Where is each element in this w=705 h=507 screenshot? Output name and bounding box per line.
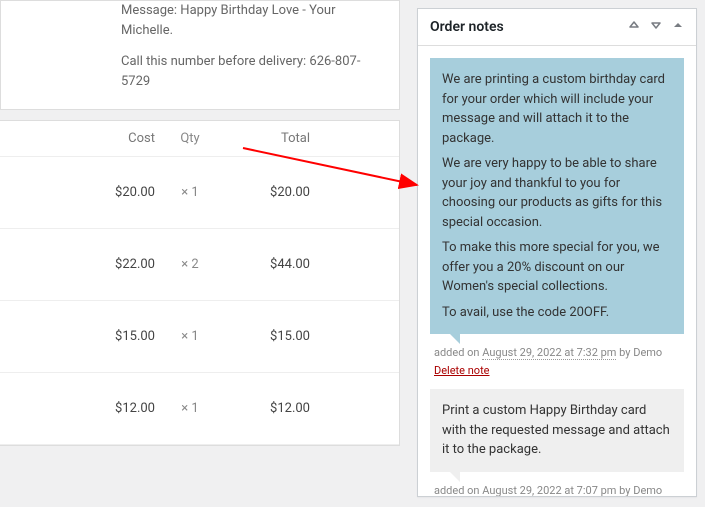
cell-qty: × 1 [155,329,225,344]
cell-cost: $22.00 [0,257,155,272]
panel-header: Order notes [418,9,696,46]
cell-qty: × 1 [155,401,225,416]
cell-total: $12.00 [225,401,310,416]
table-row: $20.00 × 1 $20.00 [0,157,399,229]
note-text: Print a custom Happy Birthday card with … [442,401,672,460]
table-header-row: Cost Qty Total [0,121,399,157]
message-line: Message: Happy Birthday Love - Your Mich… [121,1,379,40]
note-author: by Demo [616,346,662,359]
note-text: We are very happy to be able to share yo… [442,154,672,232]
order-items-table: Cost Qty Total $20.00 × 1 $20.00 $22.00 … [0,120,400,446]
col-header-cost: Cost [0,131,155,146]
message-line: Call this number before delivery: 626-80… [121,52,379,91]
cell-total: $20.00 [225,185,310,200]
order-note: Print a custom Happy Birthday card with … [430,389,684,496]
col-header-total: Total [225,131,310,146]
panel-title: Order notes [430,19,504,35]
table-row: $12.00 × 1 $12.00 [0,373,399,445]
note-author: by Demo [616,484,662,496]
cell-total: $15.00 [225,329,310,344]
cell-total: $44.00 [225,257,310,272]
note-text: We are printing a custom birthday card f… [442,70,672,148]
toggle-panel-icon[interactable] [672,19,684,35]
note-meta: added on August 29, 2022 at 7:07 pm by D… [434,482,684,496]
table-row: $15.00 × 1 $15.00 [0,301,399,373]
note-meta-prefix: added on [434,346,482,359]
cell-qty: × 2 [155,257,225,272]
note-date: August 29, 2022 at 7:07 pm [482,484,616,496]
cell-cost: $20.00 [0,185,155,200]
note-text: To avail, use the code 20OFF. [442,303,672,323]
cell-cost: $15.00 [0,329,155,344]
cell-cost: $12.00 [0,401,155,416]
col-header-qty: Qty [155,131,225,146]
note-text: To make this more special for you, we of… [442,238,672,297]
table-row: $22.00 × 2 $44.00 [0,229,399,301]
note-meta-prefix: added on [434,484,482,496]
delete-note-link[interactable]: Delete note [434,364,490,377]
order-message-box: Message: Happy Birthday Love - Your Mich… [0,0,400,110]
order-notes-panel: Order notes We are printing a custom bir… [417,8,697,497]
note-bubble-customer: We are printing a custom birthday card f… [430,58,684,334]
cell-qty: × 1 [155,185,225,200]
note-date: August 29, 2022 at 7:32 pm [482,346,616,360]
note-bubble-private: Print a custom Happy Birthday card with … [430,389,684,472]
move-down-icon[interactable] [650,19,662,35]
panel-body: We are printing a custom birthday card f… [418,46,696,496]
note-meta: added on August 29, 2022 at 7:32 pm by D… [434,344,684,379]
order-note: We are printing a custom birthday card f… [430,58,684,379]
move-up-icon[interactable] [628,19,640,35]
